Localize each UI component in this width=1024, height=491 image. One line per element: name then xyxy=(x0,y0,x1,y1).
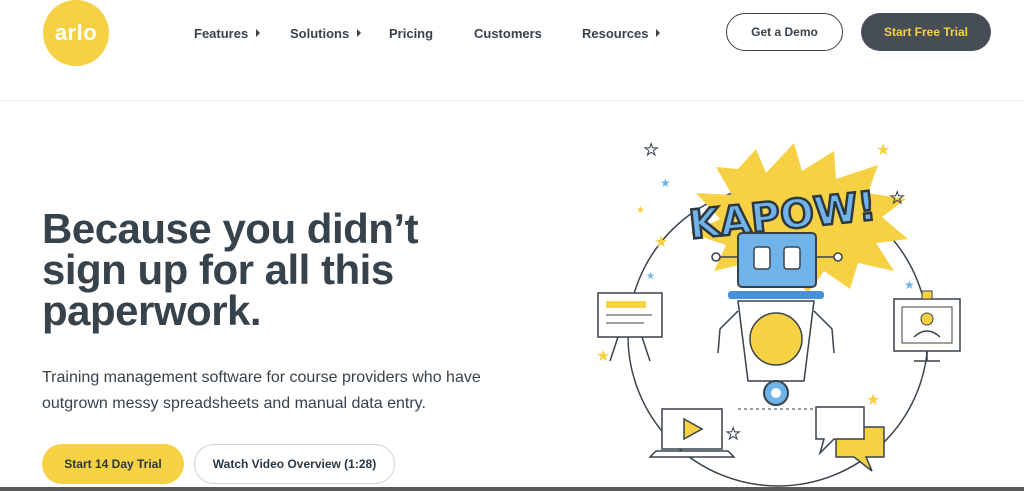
svg-text:★: ★ xyxy=(890,188,904,207)
nav-pricing-label: Pricing xyxy=(389,25,434,41)
nav-customers-label: Customers xyxy=(474,25,542,41)
robot-illustration: KAPOW! ★ ★ ★ ★ ★ ★ ★ ★ ★ ★ ★ ★ xyxy=(596,140,961,487)
svg-text:★: ★ xyxy=(904,278,915,292)
caret-right-icon xyxy=(357,29,362,37)
svg-text:★: ★ xyxy=(644,140,658,159)
svg-text:★: ★ xyxy=(654,232,668,251)
logo-text: arlo xyxy=(54,20,98,45)
watch-video-button[interactable]: Watch Video Overview (1:28) xyxy=(194,444,395,484)
video-laptop-icon xyxy=(648,408,736,458)
svg-text:★: ★ xyxy=(866,390,880,409)
chat-bubbles-icon xyxy=(815,406,885,472)
nav-pricing[interactable]: Pricing xyxy=(389,24,433,42)
arlo-logo[interactable]: arlo xyxy=(43,0,109,66)
svg-text:★: ★ xyxy=(596,346,610,365)
caret-right-icon xyxy=(256,29,261,37)
hero-section: Because you didn’t sign up for all this … xyxy=(0,101,1024,491)
svg-text:★: ★ xyxy=(726,424,740,443)
video-call-monitor-icon xyxy=(893,290,961,362)
nav-solutions-label: Solutions xyxy=(290,25,350,41)
nav-solutions[interactable]: Solutions xyxy=(290,24,362,42)
nav-resources-label: Resources xyxy=(582,25,649,41)
bottom-edge-bar xyxy=(0,487,1024,491)
start-14-day-trial-button[interactable]: Start 14 Day Trial xyxy=(42,444,184,484)
nav-resources[interactable]: Resources xyxy=(582,24,661,42)
nav-features-label: Features xyxy=(194,25,249,41)
svg-text:★: ★ xyxy=(660,176,671,190)
svg-text:★: ★ xyxy=(880,218,894,237)
svg-text:★: ★ xyxy=(646,271,655,282)
site-header: arlo Features Solutions Pricing Customer… xyxy=(0,0,1024,101)
start-free-trial-button[interactable]: Start Free Trial xyxy=(861,13,991,51)
nav-features[interactable]: Features xyxy=(194,24,261,42)
hero-headline: Because you didn’t sign up for all this … xyxy=(42,205,419,334)
nav-customers[interactable]: Customers xyxy=(474,24,542,42)
svg-text:★: ★ xyxy=(876,140,890,159)
svg-text:★: ★ xyxy=(636,205,645,216)
get-demo-button[interactable]: Get a Demo xyxy=(726,13,843,51)
caret-right-icon xyxy=(656,29,661,37)
hero-subtext: Training management software for course … xyxy=(42,369,481,412)
